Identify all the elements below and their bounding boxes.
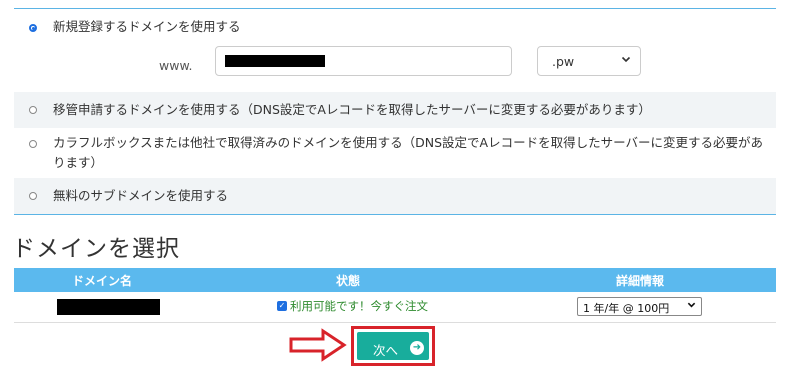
- radio-existing-domain[interactable]: [29, 140, 37, 148]
- table-row: ✓ 利用可能です！今すぐ注文 1 年/年 @ 100円: [14, 292, 776, 323]
- arrow-right-icon: [289, 328, 347, 362]
- radio-subdomain[interactable]: [29, 192, 37, 200]
- chevron-down-icon: [621, 54, 631, 67]
- redacted-domain: [225, 55, 325, 67]
- domain-table: ドメイン名 状態 詳細情報 ✓ 利用可能です！今すぐ注文 1 年/年 @ 100円: [14, 268, 776, 323]
- domain-input[interactable]: [215, 46, 512, 76]
- checkbox-checked-icon[interactable]: ✓: [277, 301, 287, 311]
- section-title: ドメインを選択: [12, 236, 180, 262]
- www-prefix: www.: [159, 58, 193, 73]
- option-existing-domain-label: カラフルボックスまたは他社で取得済みのドメインを使用する（DNS設定でAレコード…: [53, 135, 763, 170]
- table-header: ドメイン名 状態 詳細情報: [14, 268, 776, 292]
- radio-transfer-domain[interactable]: [29, 106, 37, 114]
- header-domain-name: ドメイン名: [72, 274, 133, 288]
- option-new-domain-label: 新規登録するドメインを使用する: [53, 19, 241, 34]
- option-new-domain[interactable]: 新規登録するドメインを使用する www. .pw: [14, 9, 776, 92]
- availability-status[interactable]: ✓ 利用可能です！今すぐ注文: [277, 298, 428, 314]
- option-transfer-domain[interactable]: 移管申請するドメインを使用する（DNS設定でAレコードを取得したサーバーに変更す…: [14, 92, 776, 128]
- next-button-label: 次へ: [373, 343, 399, 358]
- header-status: 状態: [336, 274, 361, 288]
- tld-select[interactable]: .pw: [537, 46, 641, 76]
- option-transfer-domain-label: 移管申請するドメインを使用する（DNS設定でAレコードを取得したサーバーに変更す…: [53, 102, 651, 117]
- chevron-down-icon: [687, 300, 696, 312]
- header-details: 詳細情報: [616, 274, 665, 288]
- option-subdomain[interactable]: 無料のサブドメインを使用する: [14, 178, 776, 214]
- radio-new-domain[interactable]: [29, 24, 37, 32]
- availability-status-text: 利用可能です！今すぐ注文: [290, 299, 428, 313]
- term-select[interactable]: 1 年/年 @ 100円: [577, 297, 702, 316]
- next-button[interactable]: 次へ ➜: [357, 332, 429, 360]
- term-select-value: 1 年/年 @ 100円: [583, 302, 670, 315]
- option-subdomain-label: 無料のサブドメインを使用する: [53, 188, 229, 203]
- tld-select-value: .pw: [552, 54, 575, 69]
- domain-options-group: 新規登録するドメインを使用する www. .pw 移管申請するドメインを使用する…: [14, 8, 776, 215]
- arrow-circle-right-icon: ➜: [410, 341, 424, 355]
- option-existing-domain[interactable]: カラフルボックスまたは他社で取得済みのドメインを使用する（DNS設定でAレコード…: [14, 128, 776, 178]
- next-button-highlight: 次へ ➜: [351, 326, 435, 366]
- redacted-domain-name: [57, 299, 160, 315]
